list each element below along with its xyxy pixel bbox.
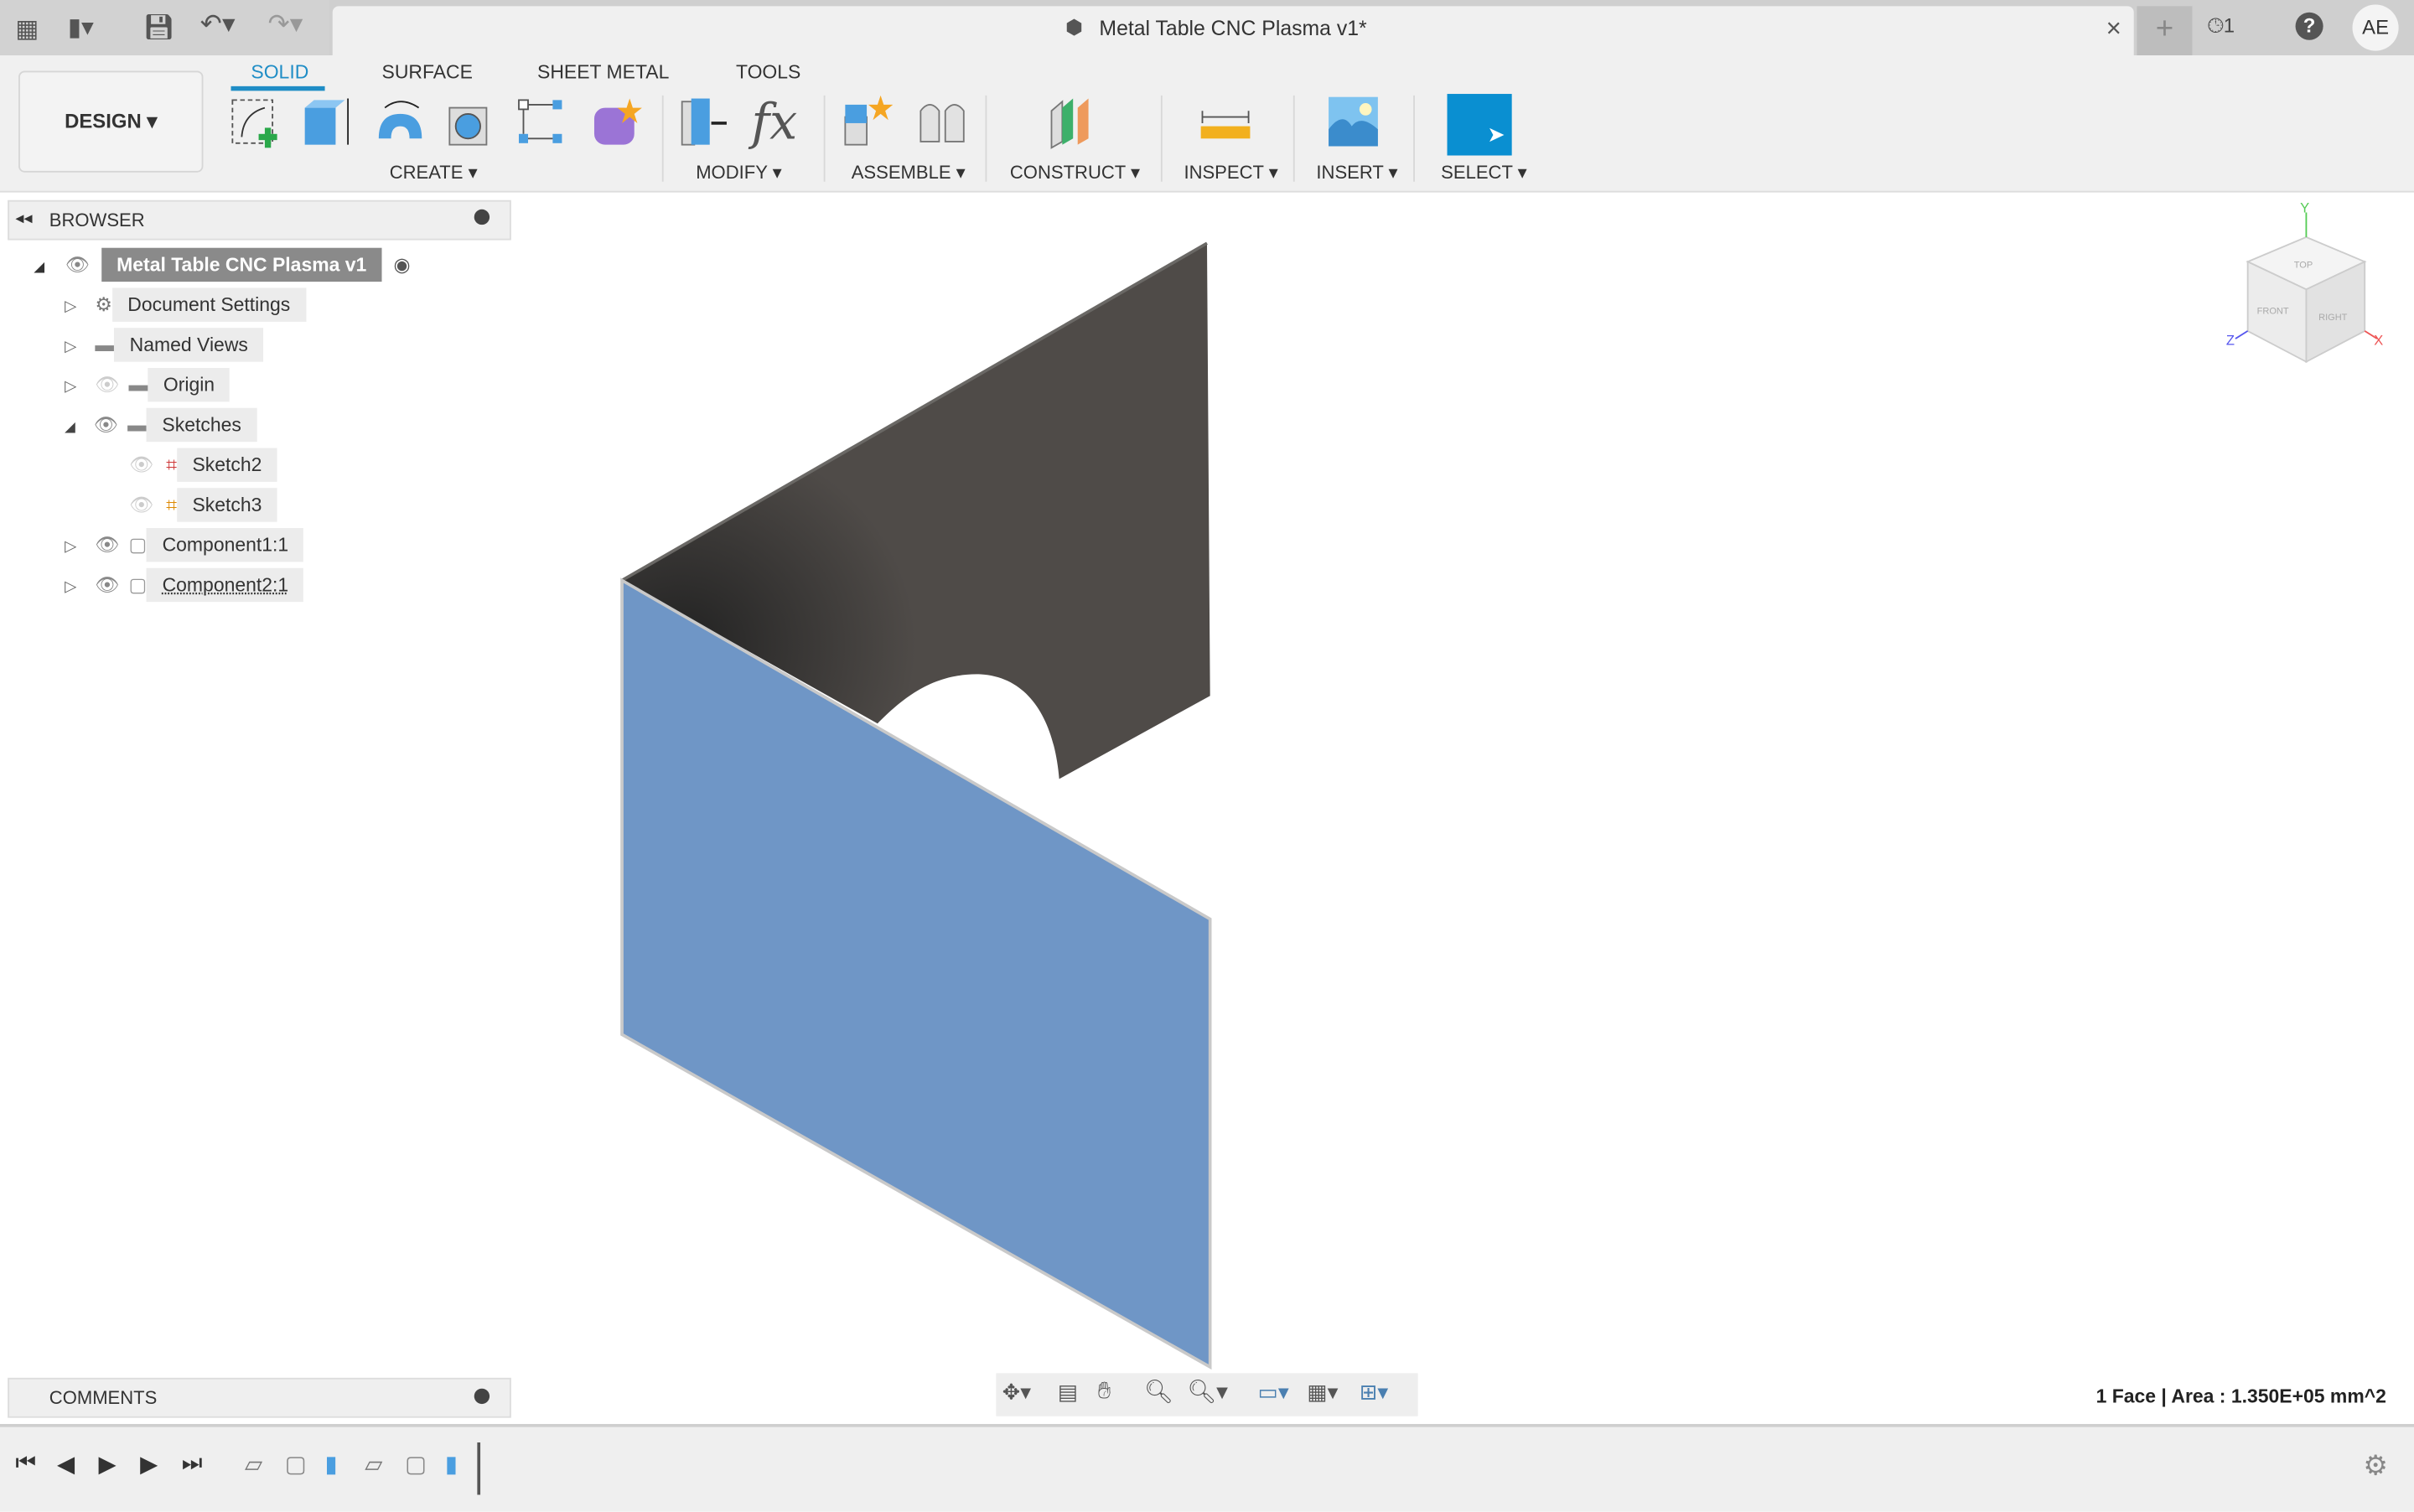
orbit-icon[interactable]: ✥▾ <box>1002 1380 1031 1406</box>
sketch-icon: ⌗ <box>166 453 178 476</box>
axis-y: Y <box>2300 200 2309 216</box>
view-cube[interactable]: Y X Z TOP FRONT RIGHT <box>2217 200 2394 385</box>
folder-icon: ▬ <box>128 374 148 396</box>
folder-icon: ▬ <box>95 334 115 356</box>
tree-item-document-settings[interactable]: ▷ ⚙ Document Settings <box>65 287 306 322</box>
timeline: ⏮ ◀ ▶ ▶ ⏭ ▱ ▢ ▮ ▱ ▢ ▮ ⚙ <box>0 1423 2414 1512</box>
activate-icon[interactable]: ◉ <box>393 254 410 276</box>
comments-panel: COMMENTS <box>8 1377 511 1418</box>
timeline-sketch-icon[interactable]: ▱ <box>245 1450 262 1478</box>
step-forward-icon[interactable]: ▶ <box>140 1450 158 1478</box>
component-icon: ▢ <box>128 534 148 557</box>
display-settings-icon[interactable]: ▭▾ <box>1258 1380 1289 1406</box>
fusion-window: ▦ ▮▾ 💾︎ ↶▾ ↷▾ ⬢ Metal Table CNC Plasma v… <box>0 0 2414 1512</box>
tree-item-sketch3[interactable]: 👁︎ ⌗ Sketch3 <box>129 488 277 522</box>
minimize-icon[interactable] <box>474 209 490 225</box>
go-to-start-icon[interactable]: ⏮ <box>15 1450 36 1476</box>
selection-status: 1 Face | Area : 1.350E+05 mm^2 <box>2095 1385 2386 1407</box>
browser-title: BROWSER <box>49 209 145 231</box>
gear-icon: ⚙ <box>95 293 112 316</box>
eye-icon[interactable]: 👁︎ <box>94 414 118 436</box>
folder-icon: ▬ <box>127 414 148 436</box>
go-to-end-icon[interactable]: ⏭ <box>182 1450 203 1476</box>
sketch-icon: ⌗ <box>166 494 178 516</box>
hidden-eye-icon[interactable]: 👁︎ <box>95 374 119 396</box>
face-right[interactable]: RIGHT <box>2318 313 2348 323</box>
add-comment-icon[interactable] <box>474 1388 490 1405</box>
browser-panel-header: ◂◂ BROWSER <box>8 199 511 241</box>
timeline-component-icon[interactable]: ▢ <box>405 1450 427 1478</box>
tree-item-sketches[interactable]: ◢ 👁︎ ▬ Sketches <box>65 407 257 443</box>
timeline-extrude-icon[interactable]: ▮ <box>445 1450 458 1478</box>
step-back-icon[interactable]: ◀ <box>57 1450 75 1478</box>
fit-icon[interactable]: 🔍︎▾ <box>1187 1378 1228 1406</box>
tree-item-sketch2[interactable]: 👁︎ ⌗ Sketch2 <box>129 448 277 482</box>
timeline-sketch-icon[interactable]: ▱ <box>365 1450 382 1478</box>
collapse-panel-icon[interactable]: ◂◂ <box>15 208 32 228</box>
axis-x: X <box>2374 332 2383 348</box>
viewports-icon[interactable]: ⊞▾ <box>1360 1380 1388 1406</box>
tree-item-component2[interactable]: ▷ 👁︎ ▢ Component2:1 <box>65 567 304 603</box>
hidden-eye-icon[interactable]: 👁︎ <box>129 495 153 516</box>
comments-title: COMMENTS <box>49 1386 158 1409</box>
zoom-icon[interactable]: 🔍︎ <box>1144 1378 1173 1406</box>
navigation-bar: ✥▾ ▤ ✋︎ 🔍︎ 🔍︎▾ ▭▾ ▦▾ ⊞▾ <box>996 1373 1418 1416</box>
timeline-settings-gear-icon[interactable]: ⚙ <box>2363 1450 2388 1483</box>
tree-item-component1[interactable]: ▷ 👁︎ ▢ Component1:1 <box>65 527 304 562</box>
root-label[interactable]: Metal Table CNC Plasma v1 <box>101 247 382 282</box>
look-at-icon[interactable]: ▤ <box>1058 1380 1078 1406</box>
pan-icon[interactable]: ✋︎ <box>1098 1378 1111 1404</box>
hidden-eye-icon[interactable]: 👁︎ <box>129 454 153 476</box>
eye-icon[interactable]: 👁︎ <box>95 534 119 556</box>
face-front[interactable]: FRONT <box>2257 307 2289 317</box>
component-icon: ▢ <box>128 574 148 596</box>
timeline-extrude-icon[interactable]: ▮ <box>325 1450 338 1478</box>
tree-root[interactable]: ◢ 👁︎ Metal Table CNC Plasma v1 ◉ <box>34 247 411 282</box>
play-icon[interactable]: ▶ <box>99 1450 117 1478</box>
axis-z: Z <box>2226 332 2235 348</box>
tree-item-named-views[interactable]: ▷ ▬ Named Views <box>65 328 264 362</box>
face-top[interactable]: TOP <box>2294 261 2313 271</box>
timeline-component-icon[interactable]: ▢ <box>285 1450 307 1478</box>
eye-icon[interactable]: 👁︎ <box>95 574 119 596</box>
timeline-marker[interactable] <box>477 1442 481 1495</box>
tree-item-origin[interactable]: ▷ 👁︎ ▬ Origin <box>65 367 231 402</box>
grid-icon[interactable]: ▦▾ <box>1307 1380 1338 1406</box>
